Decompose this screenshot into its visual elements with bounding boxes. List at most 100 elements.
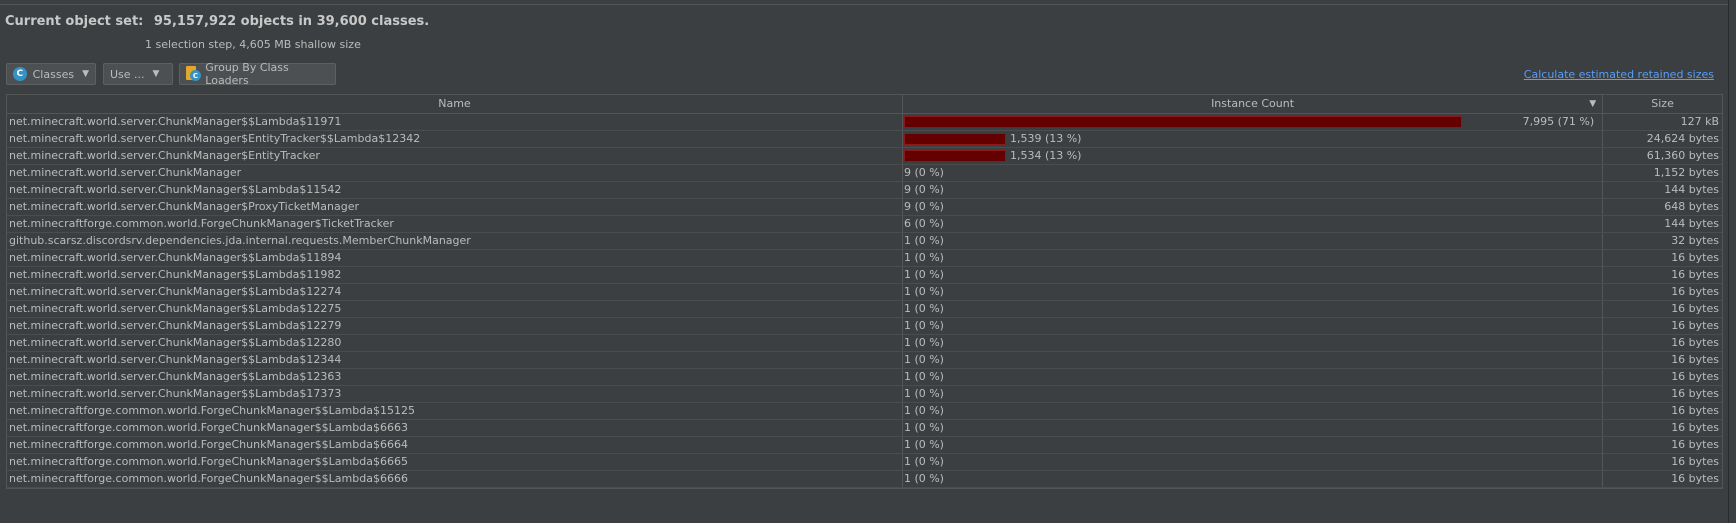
table-row[interactable]: net.minecraft.world.server.ChunkManager$… xyxy=(7,199,1722,216)
table-row[interactable]: net.minecraftforge.common.world.ForgeChu… xyxy=(7,437,1722,454)
size-cell: 648 bytes xyxy=(1664,200,1719,213)
size-cell: 16 bytes xyxy=(1671,268,1719,281)
class-name-cell: net.minecraft.world.server.ChunkManager$… xyxy=(7,182,903,198)
table-row[interactable]: net.minecraft.world.server.ChunkManager$… xyxy=(7,369,1722,386)
class-name-cell: net.minecraft.world.server.ChunkManager$… xyxy=(7,318,903,334)
instance-count-cell: 1 (0 %) xyxy=(903,318,1604,334)
class-name-cell: net.minecraftforge.common.world.ForgeChu… xyxy=(7,437,903,453)
instance-count-text: 1 (0 %) xyxy=(903,455,944,468)
instance-count-cell: 1 (0 %) xyxy=(903,267,1604,283)
class-c-icon: C xyxy=(13,67,27,81)
instance-count-cell: 1,539 (13 %) xyxy=(903,131,1604,147)
table-row[interactable]: net.minecraftforge.common.world.ForgeChu… xyxy=(7,403,1722,420)
size-cell: 16 bytes xyxy=(1671,455,1719,468)
instance-count-text: 1 (0 %) xyxy=(903,404,944,417)
instance-count-cell: 7,995 (71 %) xyxy=(903,114,1604,130)
table-row[interactable]: net.minecraftforge.common.world.ForgeChu… xyxy=(7,420,1722,437)
size-cell: 16 bytes xyxy=(1671,319,1719,332)
instance-count-cell: 6 (0 %) xyxy=(903,216,1604,232)
table-row[interactable]: github.scarsz.discordsrv.dependencies.jd… xyxy=(7,233,1722,250)
instance-count-cell: 9 (0 %) xyxy=(903,165,1604,181)
table-row[interactable]: net.minecraftforge.common.world.ForgeChu… xyxy=(7,454,1722,471)
table-row[interactable]: net.minecraft.world.server.ChunkManager$… xyxy=(7,301,1722,318)
size-cell: 16 bytes xyxy=(1671,336,1719,349)
size-cell: 16 bytes xyxy=(1671,387,1719,400)
table-row[interactable]: net.minecraftforge.common.world.ForgeChu… xyxy=(7,216,1722,233)
column-header-instance-count[interactable]: Instance Count ▼ xyxy=(903,95,1604,113)
table-row[interactable]: net.minecraft.world.server.ChunkManager$… xyxy=(7,352,1722,369)
column-header-name[interactable]: Name xyxy=(7,95,903,113)
use-dropdown-label: Use ... xyxy=(110,67,145,81)
size-cell: 16 bytes xyxy=(1671,285,1719,298)
instance-share-bar xyxy=(903,133,1006,145)
class-name-cell: net.minecraftforge.common.world.ForgeChu… xyxy=(7,403,903,419)
size-cell: 144 bytes xyxy=(1664,217,1719,230)
class-name-cell: net.minecraft.world.server.ChunkManager$… xyxy=(7,131,903,147)
size-cell: 1,152 bytes xyxy=(1653,166,1719,179)
chevron-down-icon: ▼ xyxy=(82,69,89,79)
instance-count-text: 1,534 (13 %) xyxy=(1009,149,1082,162)
instance-count-text: 1 (0 %) xyxy=(903,251,944,264)
class-name-cell: net.minecraftforge.common.world.ForgeChu… xyxy=(7,454,903,470)
instance-count-text: 1 (0 %) xyxy=(903,234,944,247)
instance-count-text: 9 (0 %) xyxy=(903,166,944,179)
group-by-class-loaders-button[interactable]: C Group By Class Loaders xyxy=(179,61,336,87)
instance-count-cell: 1 (0 %) xyxy=(903,369,1604,385)
table-header: Name Instance Count ▼ Size xyxy=(7,95,1722,114)
table-row[interactable]: net.minecraft.world.server.ChunkManager$… xyxy=(7,318,1722,335)
table-row[interactable]: net.minecraft.world.server.ChunkManager$… xyxy=(7,386,1722,403)
instance-count-cell: 1 (0 %) xyxy=(903,437,1604,453)
instance-count-cell: 1 (0 %) xyxy=(903,233,1604,249)
table-row[interactable]: net.minecraft.world.server.ChunkManager$… xyxy=(7,148,1722,165)
size-cell: 144 bytes xyxy=(1664,183,1719,196)
class-name-cell: net.minecraft.world.server.ChunkManager$… xyxy=(7,301,903,317)
instance-count-text: 1 (0 %) xyxy=(903,421,944,434)
sort-descending-icon: ▼ xyxy=(1589,99,1597,109)
class-name-cell: net.minecraft.world.server.ChunkManager$… xyxy=(7,352,903,368)
table-row[interactable]: net.minecraft.world.server.ChunkManager$… xyxy=(7,182,1722,199)
size-cell: 16 bytes xyxy=(1671,302,1719,315)
table-row[interactable]: net.minecraft.world.server.ChunkManager$… xyxy=(7,131,1722,148)
instance-share-bar xyxy=(903,150,1006,162)
class-name-cell: net.minecraft.world.server.ChunkManager$… xyxy=(7,386,903,402)
instance-count-text: 9 (0 %) xyxy=(903,183,944,196)
calculate-retained-sizes-link[interactable]: Calculate estimated retained sizes xyxy=(1524,68,1714,81)
class-name-cell: net.minecraft.world.server.ChunkManager$… xyxy=(7,250,903,266)
class-name-cell: github.scarsz.discordsrv.dependencies.jd… xyxy=(7,233,903,249)
instance-count-cell: 1 (0 %) xyxy=(903,352,1604,368)
size-cell: 16 bytes xyxy=(1671,472,1719,485)
instance-count-text: 1 (0 %) xyxy=(903,336,944,349)
instance-count-cell: 1 (0 %) xyxy=(903,335,1604,351)
instance-count-cell: 9 (0 %) xyxy=(903,182,1604,198)
instance-count-text: 1,539 (13 %) xyxy=(1009,132,1082,145)
chevron-down-icon: ▼ xyxy=(152,69,160,79)
class-name-cell: net.minecraft.world.server.ChunkManager$… xyxy=(7,267,903,283)
instance-count-text: 1 (0 %) xyxy=(903,387,944,400)
view-select-label: Classes xyxy=(32,67,75,81)
table-row[interactable]: net.minecraft.world.server.ChunkManager$… xyxy=(7,335,1722,352)
class-name-cell: net.minecraft.world.server.ChunkManager$… xyxy=(7,369,903,385)
size-cell: 16 bytes xyxy=(1671,353,1719,366)
instance-count-cell: 1 (0 %) xyxy=(903,420,1604,436)
column-header-size[interactable]: Size xyxy=(1603,95,1722,113)
size-cell: 32 bytes xyxy=(1671,234,1719,247)
instance-count-cell: 1 (0 %) xyxy=(903,454,1604,470)
table-row[interactable]: net.minecraftforge.common.world.ForgeChu… xyxy=(7,471,1722,488)
instance-count-cell: 1 (0 %) xyxy=(903,386,1604,402)
table-row[interactable]: net.minecraft.world.server.ChunkManager$… xyxy=(7,114,1722,131)
selection-subtitle: 1 selection step, 4,605 MB shallow size xyxy=(145,38,361,51)
top-divider xyxy=(0,4,1728,5)
size-cell: 16 bytes xyxy=(1671,370,1719,383)
table-row[interactable]: net.minecraft.world.server.ChunkManager 9… xyxy=(7,165,1722,182)
table-row[interactable]: net.minecraft.world.server.ChunkManager$… xyxy=(7,267,1722,284)
instance-count-text: 1 (0 %) xyxy=(903,438,944,451)
right-scroll-strip[interactable] xyxy=(1728,0,1736,523)
class-loader-icon: C xyxy=(186,66,201,82)
use-dropdown[interactable]: Use ... ▼ xyxy=(103,63,173,85)
class-name-cell: net.minecraft.world.server.ChunkManager$… xyxy=(7,199,903,215)
instance-count-cell: 1 (0 %) xyxy=(903,301,1604,317)
view-select-dropdown[interactable]: C Classes ▼ xyxy=(6,63,96,85)
table-row[interactable]: net.minecraft.world.server.ChunkManager$… xyxy=(7,250,1722,267)
instance-count-text: 6 (0 %) xyxy=(903,217,944,230)
table-row[interactable]: net.minecraft.world.server.ChunkManager$… xyxy=(7,284,1722,301)
